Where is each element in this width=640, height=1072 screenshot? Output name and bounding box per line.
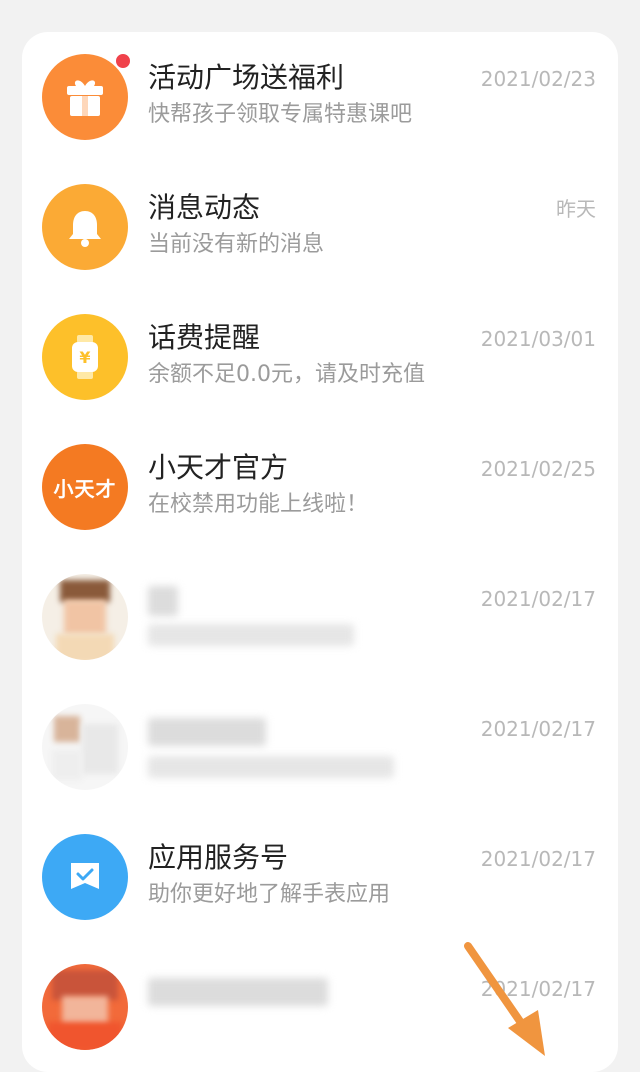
orange-arrow-annotation [464,942,545,1056]
